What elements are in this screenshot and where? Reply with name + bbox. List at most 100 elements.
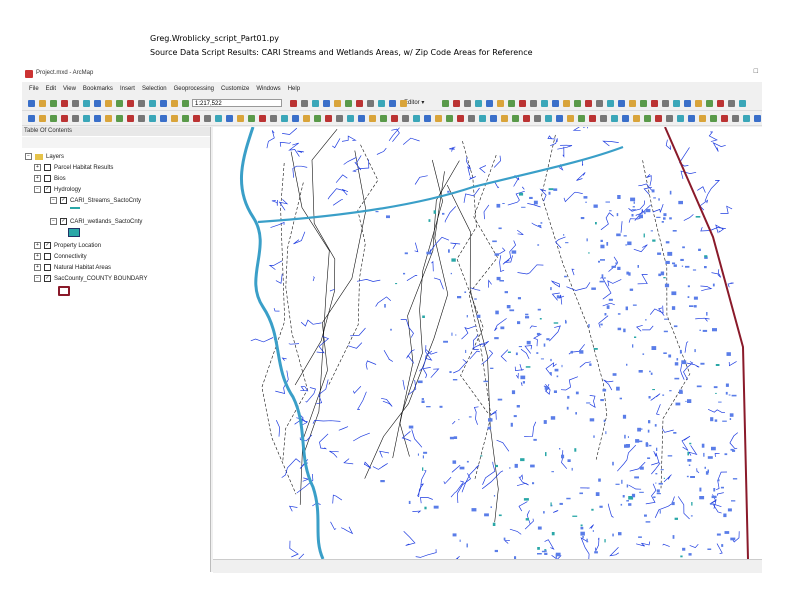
toolbar-tool-icon[interactable] <box>567 115 574 122</box>
toolbar-tool-icon[interactable] <box>50 115 57 122</box>
toolbar-tool-icon[interactable] <box>545 115 552 122</box>
toolbar-tool-icon[interactable] <box>446 115 453 122</box>
toolbar-tool-icon[interactable] <box>556 115 563 122</box>
toolbar-tool-icon[interactable] <box>83 100 90 107</box>
toc-item-cari-wetlands[interactable]: − ✓ CARI_wetlands_SactoCnty <box>50 218 142 225</box>
toolbar-tool-icon[interactable] <box>618 100 625 107</box>
toolbar-tool-icon[interactable] <box>160 100 167 107</box>
toolbar-tool-icon[interactable] <box>94 115 101 122</box>
toolbar-tool-icon[interactable] <box>94 100 101 107</box>
toolbar-tool-icon[interactable] <box>501 115 508 122</box>
toolbar-tool-icon[interactable] <box>530 100 537 107</box>
menu-view[interactable]: View <box>63 86 76 92</box>
toolbar-tool-icon[interactable] <box>248 115 255 122</box>
layer-visibility-checkbox[interactable] <box>44 175 51 182</box>
toolbar-tool-icon[interactable] <box>497 100 504 107</box>
toc-item-natural-habitat[interactable]: + Natural Habitat Areas <box>34 264 111 271</box>
toolbar-tool-icon[interactable] <box>105 115 112 122</box>
toolbar-tool-icon[interactable] <box>39 115 46 122</box>
toolbar-tool-icon[interactable] <box>356 100 363 107</box>
toolbar-tool-icon[interactable] <box>673 100 680 107</box>
toolbar-tool-icon[interactable] <box>611 115 618 122</box>
toolbar-tool-icon[interactable] <box>739 100 746 107</box>
toolbar-tool-icon[interactable] <box>563 100 570 107</box>
toolbar-tool-icon[interactable] <box>644 115 651 122</box>
toc-item-bios[interactable]: + Bios <box>34 175 66 182</box>
map-view[interactable] <box>213 127 762 559</box>
toolbar-tool-icon[interactable] <box>541 100 548 107</box>
layer-visibility-checkbox[interactable] <box>44 264 51 271</box>
toolbar-tool-icon[interactable] <box>512 115 519 122</box>
menu-bookmarks[interactable]: Bookmarks <box>83 86 113 92</box>
toolbar-tool-icon[interactable] <box>303 115 310 122</box>
toolbar-tool-icon[interactable] <box>578 115 585 122</box>
toolbar-tool-icon[interactable] <box>171 115 178 122</box>
menu-windows[interactable]: Windows <box>256 86 280 92</box>
expand-icon[interactable]: + <box>34 264 41 271</box>
toolbar-tool-icon[interactable] <box>369 115 376 122</box>
toolbar-tool-icon[interactable] <box>193 115 200 122</box>
toolbar-tool-icon[interactable] <box>270 115 277 122</box>
toolbar-tool-icon[interactable] <box>334 100 341 107</box>
toc-item-property-location[interactable]: + ✓ Property Location <box>34 242 101 249</box>
expand-icon[interactable]: + <box>34 164 41 171</box>
toolbar-tool-icon[interactable] <box>72 115 79 122</box>
toolbar-tool-icon[interactable] <box>629 100 636 107</box>
toolbar-tool-icon[interactable] <box>651 100 658 107</box>
expand-icon[interactable]: + <box>34 253 41 260</box>
toolbar-tool-icon[interactable] <box>325 115 332 122</box>
toolbar-tool-icon[interactable] <box>633 115 640 122</box>
menu-customize[interactable]: Customize <box>221 86 249 92</box>
toolbar-tool-icon[interactable] <box>391 115 398 122</box>
toolbar-tool-icon[interactable] <box>160 115 167 122</box>
toolbar-tool-icon[interactable] <box>534 115 541 122</box>
layer-visibility-checkbox[interactable] <box>44 253 51 260</box>
toolbar-tool-icon[interactable] <box>706 100 713 107</box>
toolbar-tool-icon[interactable] <box>312 100 319 107</box>
toc-item-county-boundary[interactable]: − ✓ SacCounty_COUNTY BOUNDARY <box>34 275 147 282</box>
toolbar-tool-icon[interactable] <box>490 115 497 122</box>
collapse-icon[interactable]: − <box>34 186 41 193</box>
toolbar-tool-icon[interactable] <box>182 100 189 107</box>
toc-item-parcel-habitat[interactable]: + Parcel Habitat Results <box>34 164 113 171</box>
menu-geoprocessing[interactable]: Geoprocessing <box>174 86 214 92</box>
layer-visibility-checkbox[interactable]: ✓ <box>44 242 51 249</box>
toc-item-connectivity[interactable]: + Connectivity <box>34 253 87 260</box>
toolbar-tool-icon[interactable] <box>699 115 706 122</box>
toolbar-tool-icon[interactable] <box>367 100 374 107</box>
toolbar-tool-icon[interactable] <box>281 115 288 122</box>
toolbar-tool-icon[interactable] <box>402 115 409 122</box>
toolbar-tool-icon[interactable] <box>710 115 717 122</box>
collapse-icon[interactable]: − <box>34 275 41 282</box>
toolbar-tool-icon[interactable] <box>519 100 526 107</box>
toc-layers-group[interactable]: − Layers <box>25 153 64 160</box>
toolbar-tool-icon[interactable] <box>61 100 68 107</box>
toolbar-tool-icon[interactable] <box>292 115 299 122</box>
collapse-icon[interactable]: − <box>25 153 32 160</box>
toolbar-tool-icon[interactable] <box>640 100 647 107</box>
maximize-icon[interactable]: □ <box>754 68 758 75</box>
toolbar-tool-icon[interactable] <box>596 100 603 107</box>
collapse-icon[interactable]: − <box>50 218 57 225</box>
toolbar-tool-icon[interactable] <box>695 100 702 107</box>
layer-visibility-checkbox[interactable]: ✓ <box>60 218 67 225</box>
toolbar-tool-icon[interactable] <box>204 115 211 122</box>
toolbar-tool-icon[interactable] <box>677 115 684 122</box>
toolbar-tool-icon[interactable] <box>347 115 354 122</box>
toolbar-tool-icon[interactable] <box>607 100 614 107</box>
menu-help[interactable]: Help <box>288 86 300 92</box>
collapse-icon[interactable]: − <box>50 197 57 204</box>
toolbar-tool-icon[interactable] <box>138 100 145 107</box>
toolbar-tool-icon[interactable] <box>28 115 35 122</box>
toolbar-tool-icon[interactable] <box>508 100 515 107</box>
toolbar-tool-icon[interactable] <box>622 115 629 122</box>
toolbar-tool-icon[interactable] <box>149 100 156 107</box>
toolbar-tool-icon[interactable] <box>226 115 233 122</box>
toolbar-tool-icon[interactable] <box>728 100 735 107</box>
toolbar-tool-icon[interactable] <box>732 115 739 122</box>
toc-item-cari-streams[interactable]: − ✓ CARI_Streams_SactoCnty <box>50 197 141 204</box>
toolbar-tool-icon[interactable] <box>171 100 178 107</box>
toolbar-tool-icon[interactable] <box>39 100 46 107</box>
toolbar-tool-icon[interactable] <box>585 100 592 107</box>
toolbar-tool-icon[interactable] <box>28 100 35 107</box>
